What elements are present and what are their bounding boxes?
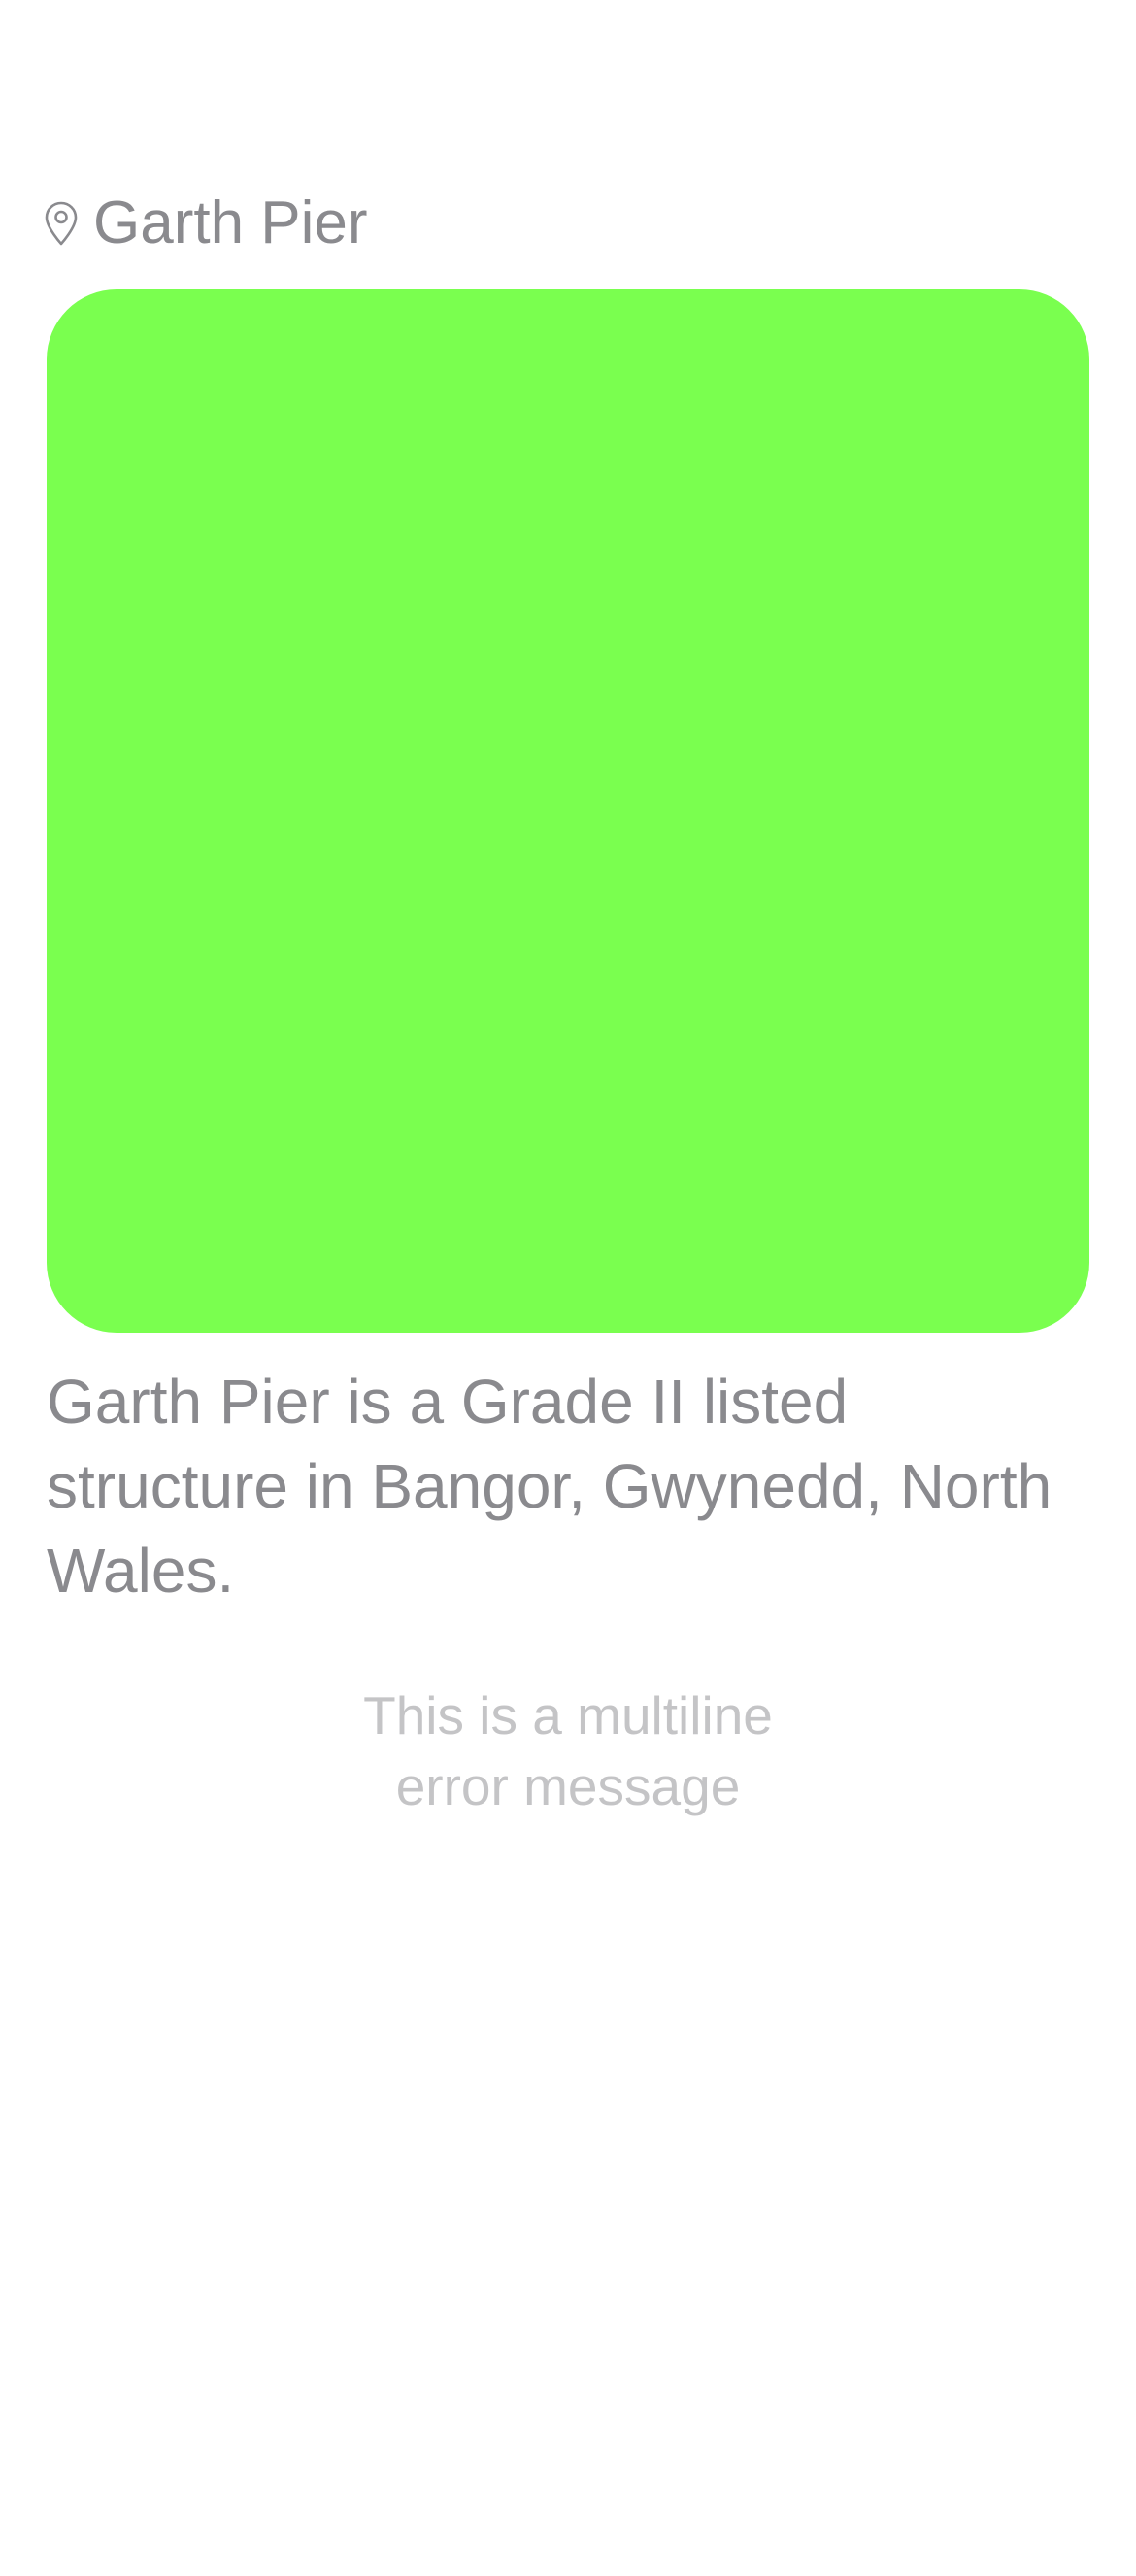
place-image	[47, 289, 1089, 1333]
error-message-line: error message	[395, 1756, 741, 1816]
error-message: This is a multiline error message	[0, 1680, 1136, 1822]
error-message-line: This is a multiline	[363, 1685, 773, 1746]
place-description: Garth Pier is a Grade II listed structur…	[47, 1367, 1052, 1606]
location-title: Garth Pier	[93, 189, 368, 256]
map-pin-icon	[45, 201, 78, 246]
location-header: Garth Pier	[45, 188, 368, 258]
